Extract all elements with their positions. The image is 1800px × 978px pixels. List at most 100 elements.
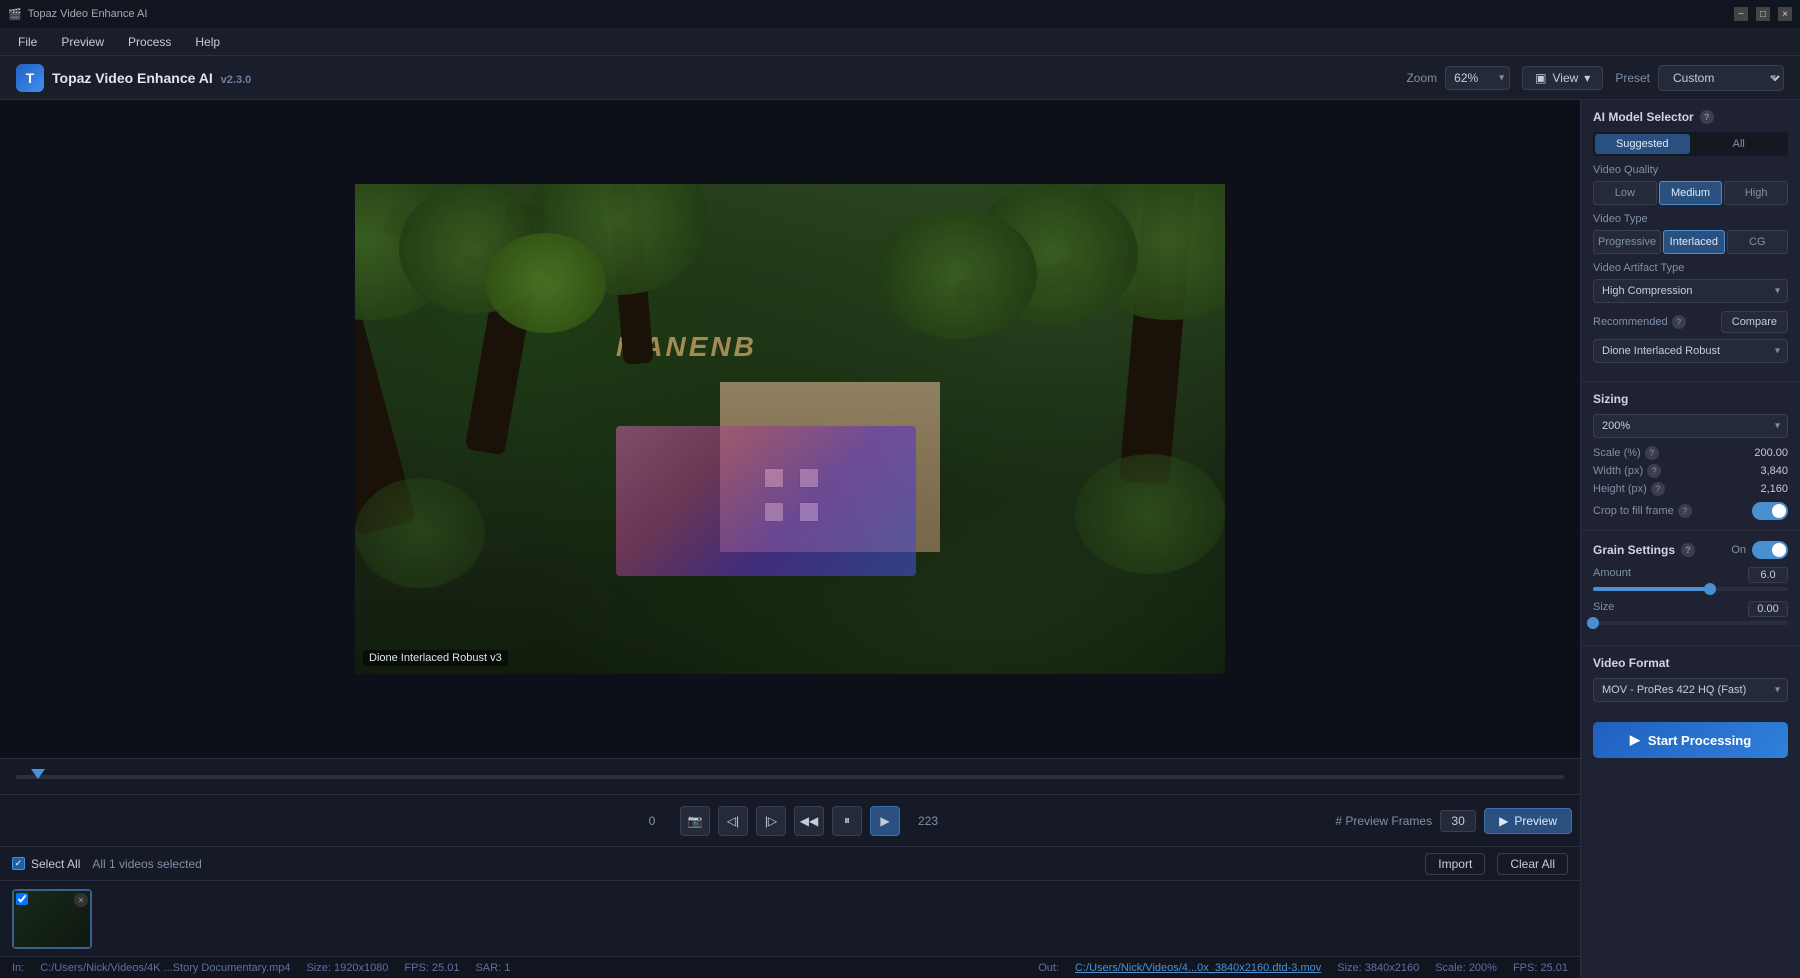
- pause-button[interactable]: ⏸: [832, 806, 862, 836]
- out-label: Out:: [1038, 962, 1059, 974]
- video-format-title: Video Format: [1593, 656, 1788, 670]
- foliage-8: [486, 233, 606, 333]
- artifact-select-wrapper[interactable]: High Compression Low Compression Medium …: [1593, 279, 1788, 303]
- preview-button[interactable]: ▶ Preview: [1484, 808, 1572, 834]
- type-cg[interactable]: CG: [1727, 230, 1788, 254]
- view-chevron-icon: ▾: [1584, 71, 1590, 85]
- screenshot-button[interactable]: 📷: [680, 806, 710, 836]
- recommended-label: Recommended ?: [1593, 315, 1686, 329]
- height-help-icon[interactable]: ?: [1651, 482, 1665, 496]
- quality-low[interactable]: Low: [1593, 181, 1657, 205]
- crop-help-icon[interactable]: ?: [1678, 504, 1692, 518]
- file-thumbnail[interactable]: ×: [12, 889, 92, 949]
- menu-preview[interactable]: Preview: [51, 32, 114, 52]
- out-size: Size: 3840x2160: [1337, 962, 1419, 974]
- menu-help[interactable]: Help: [185, 32, 230, 52]
- sizing-select-wrapper[interactable]: 200% 100% 150% 400% Custom: [1593, 414, 1788, 438]
- foliage-6: [355, 478, 485, 588]
- preset-label: Preset: [1615, 71, 1650, 85]
- recommended-select[interactable]: Dione Interlaced Robust Dione Interlaced…: [1593, 339, 1788, 363]
- scrubber-thumb[interactable]: [31, 769, 45, 779]
- video-format-select[interactable]: MOV - ProRes 422 HQ (Fast) MP4 - H.264 M…: [1593, 678, 1788, 702]
- video-format-select-wrapper[interactable]: MOV - ProRes 422 HQ (Fast) MP4 - H.264 M…: [1593, 678, 1788, 702]
- file-list-toolbar: ✓ Select All All 1 videos selected Impor…: [0, 847, 1580, 881]
- width-row: Width (px) ? 3,840: [1593, 464, 1788, 478]
- clear-all-button[interactable]: Clear All: [1497, 853, 1568, 875]
- preview-frames-input[interactable]: [1440, 810, 1476, 832]
- width-value: 3,840: [1760, 465, 1788, 477]
- minimize-button[interactable]: −: [1734, 7, 1748, 21]
- select-all-checkbox-icon[interactable]: ✓: [12, 857, 25, 870]
- playback-controls: 0 📷 ◁| |▷ ◀◀ ⏸ ▶ 223 # Preview Frames ▶ …: [0, 794, 1580, 846]
- in-size: Size: 1920x1080: [306, 962, 388, 974]
- crop-label: Crop to fill frame ?: [1593, 504, 1692, 518]
- grain-section: Grain Settings ? On Amount 6.0: [1581, 531, 1800, 646]
- grain-toggle[interactable]: [1752, 541, 1788, 559]
- scrubber-track[interactable]: [16, 775, 1564, 779]
- play-button[interactable]: ▶: [870, 806, 900, 836]
- close-button[interactable]: ×: [1778, 7, 1792, 21]
- import-button[interactable]: Import: [1425, 853, 1485, 875]
- quality-medium[interactable]: Medium: [1659, 181, 1723, 205]
- file-checkbox[interactable]: [16, 893, 28, 905]
- file-remove-button[interactable]: ×: [74, 893, 88, 907]
- start-btn-area: ▶ Start Processing: [1581, 714, 1800, 766]
- status-bar: In: C:/Users/Nick/Videos/4K ...Story Doc…: [0, 956, 1580, 978]
- tab-suggested[interactable]: Suggested: [1595, 134, 1690, 154]
- select-all-checkbox[interactable]: ✓ Select All: [12, 857, 80, 871]
- size-slider-thumb[interactable]: [1587, 617, 1599, 629]
- toolbar: T Topaz Video Enhance AI v2.3.0 Zoom 62%…: [0, 56, 1800, 100]
- video-quality-label: Video Quality: [1593, 164, 1788, 176]
- quality-high[interactable]: High: [1724, 181, 1788, 205]
- sizing-title: Sizing: [1593, 392, 1788, 406]
- size-slider-track[interactable]: [1593, 621, 1788, 625]
- amount-label-row: Amount 6.0: [1593, 567, 1788, 583]
- type-progressive[interactable]: Progressive: [1593, 230, 1661, 254]
- scale-help-icon[interactable]: ?: [1645, 446, 1659, 460]
- next-marker-button[interactable]: |▷: [756, 806, 786, 836]
- in-sar: SAR: 1: [475, 962, 510, 974]
- start-processing-button[interactable]: ▶ Start Processing: [1593, 722, 1788, 758]
- preset-select-wrapper[interactable]: Custom Default High Quality: [1658, 65, 1784, 91]
- recommended-select-wrapper[interactable]: Dione Interlaced Robust Dione Interlaced…: [1593, 339, 1788, 363]
- ai-model-help-icon[interactable]: ?: [1700, 110, 1714, 124]
- foliage-7: [1075, 454, 1225, 574]
- grain-help-icon[interactable]: ?: [1681, 543, 1695, 557]
- crop-toggle-row: Crop to fill frame ?: [1593, 502, 1788, 520]
- size-label-row: Size 0.00: [1593, 601, 1788, 617]
- maximize-button[interactable]: □: [1756, 7, 1770, 21]
- title-bar-left: 🎬 Topaz Video Enhance AI: [8, 8, 147, 21]
- mural-element: [616, 426, 916, 576]
- status-bar-right: Out: C:/Users/Nick/Videos/4...0x_3840x21…: [1038, 962, 1568, 974]
- width-help-icon[interactable]: ?: [1647, 464, 1661, 478]
- file-item[interactable]: × ...mentary.mp4: [12, 889, 92, 949]
- zoom-select[interactable]: 62% 50% 75% 100%: [1445, 66, 1510, 90]
- artifact-select[interactable]: High Compression Low Compression Medium …: [1593, 279, 1788, 303]
- type-interlaced[interactable]: Interlaced: [1663, 230, 1724, 254]
- height-value: 2,160: [1760, 483, 1788, 495]
- tab-all[interactable]: All: [1692, 134, 1787, 154]
- preset-select[interactable]: Custom Default High Quality: [1658, 65, 1784, 91]
- size-value: 0.00: [1748, 601, 1788, 617]
- video-quality-buttons: Low Medium High: [1593, 181, 1788, 205]
- ai-model-title: AI Model Selector ?: [1593, 110, 1788, 124]
- menu-process[interactable]: Process: [118, 32, 181, 52]
- video-frame: MANENB: [355, 184, 1225, 674]
- start-processing-icon: ▶: [1630, 732, 1640, 748]
- output-path[interactable]: C:/Users/Nick/Videos/4...0x_3840x2160.dt…: [1075, 962, 1321, 974]
- recommended-help-icon[interactable]: ?: [1672, 315, 1686, 329]
- view-button[interactable]: ▣ View ▾: [1522, 66, 1603, 90]
- crop-toggle[interactable]: [1752, 502, 1788, 520]
- menu-file[interactable]: File: [8, 32, 47, 52]
- timeline-area[interactable]: [0, 758, 1580, 794]
- amount-slider-track[interactable]: [1593, 587, 1788, 591]
- rewind-button[interactable]: ◀◀: [794, 806, 824, 836]
- amount-slider-fill: [1593, 587, 1710, 591]
- prev-marker-button[interactable]: ◁|: [718, 806, 748, 836]
- zoom-select-wrapper[interactable]: 62% 50% 75% 100%: [1445, 66, 1510, 90]
- compare-button[interactable]: Compare: [1721, 311, 1788, 333]
- title-bar-controls[interactable]: − □ ×: [1734, 7, 1792, 21]
- view-icon: ▣: [1535, 71, 1546, 85]
- sizing-select[interactable]: 200% 100% 150% 400% Custom: [1593, 414, 1788, 438]
- amount-slider-thumb[interactable]: [1704, 583, 1716, 595]
